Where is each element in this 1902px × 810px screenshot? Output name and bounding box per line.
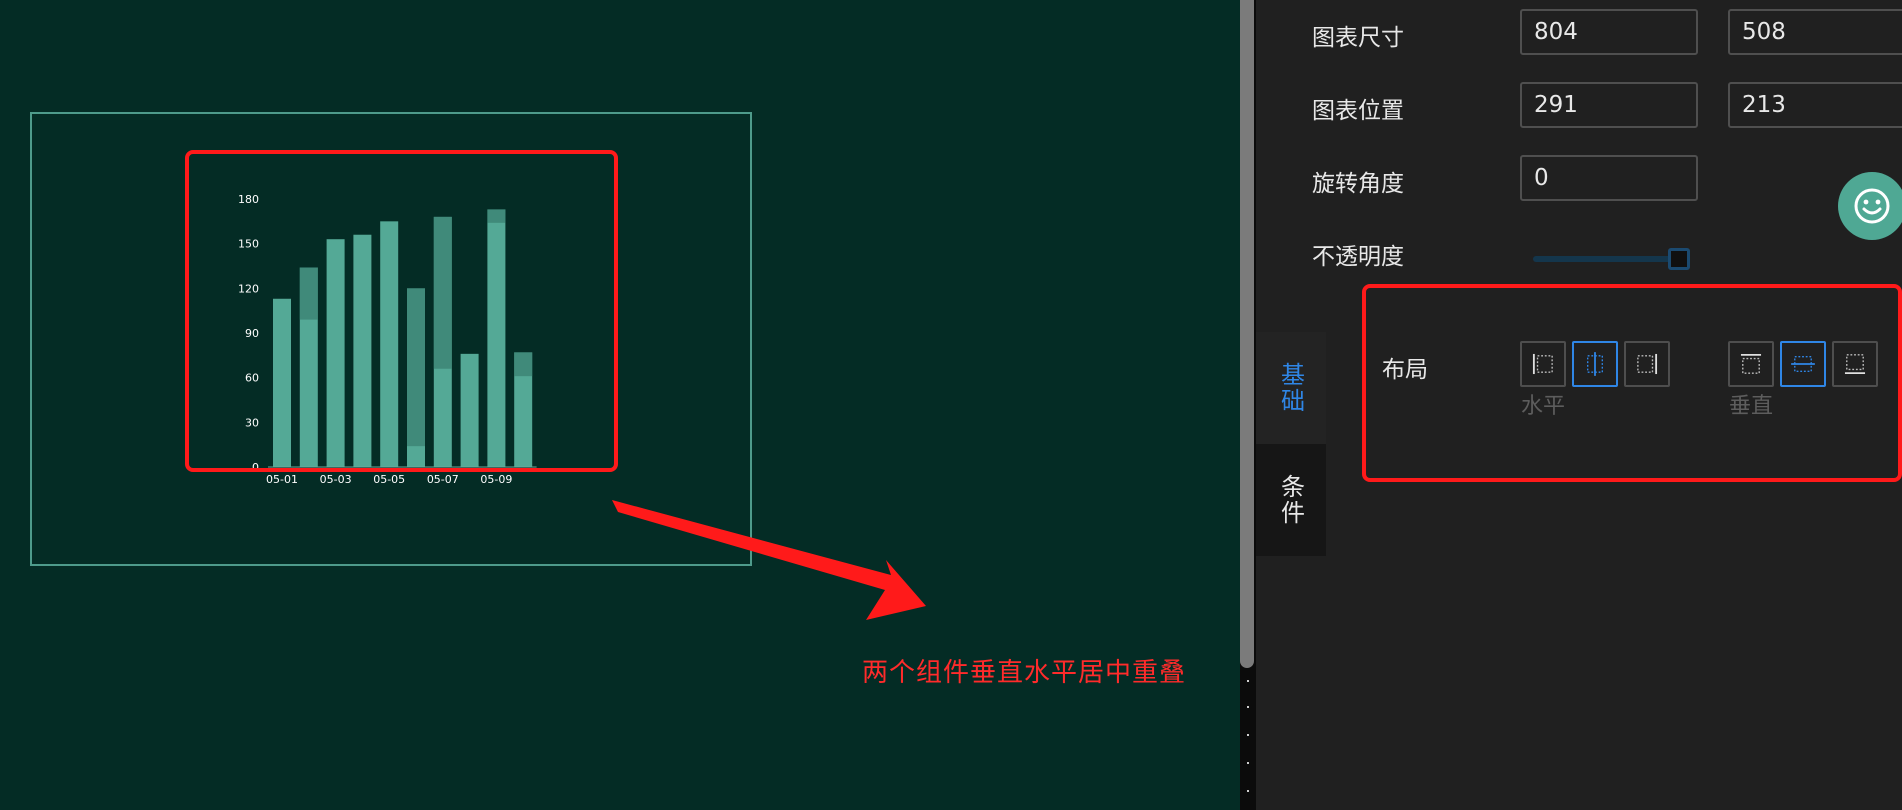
opacity-label: 不透明度 xyxy=(1312,244,1404,270)
scroll-dot xyxy=(1247,762,1249,764)
scrollbar-thumb[interactable] xyxy=(1240,0,1254,668)
rotation-input[interactable]: 0 xyxy=(1520,155,1698,201)
rotation-label: 旋转角度 xyxy=(1312,171,1404,197)
chart-height-input[interactable]: 508 xyxy=(1728,9,1902,55)
annotation-text: 两个组件垂直水平居中重叠 xyxy=(862,658,1187,688)
chart-position-label: 图表位置 xyxy=(1312,98,1404,124)
smiley-face-icon xyxy=(1854,188,1890,224)
chart-size-label: 图表尺寸 xyxy=(1312,25,1404,51)
layout-highlight-box xyxy=(1362,284,1902,482)
tab-condition[interactable]: 条件 xyxy=(1256,444,1326,556)
chart-x-input[interactable]: 291 xyxy=(1520,82,1698,128)
config-panel: 图表尺寸 804 508 图表位置 291 213 旋转角度 0 不透明度 基础… xyxy=(1256,0,1902,810)
scroll-dot xyxy=(1247,790,1249,792)
tab-basic[interactable]: 基础 xyxy=(1256,332,1326,444)
chart-width-input[interactable]: 804 xyxy=(1520,9,1698,55)
scroll-dot xyxy=(1247,706,1249,708)
opacity-slider[interactable] xyxy=(1533,256,1681,262)
opacity-slider-handle[interactable] xyxy=(1668,248,1690,270)
feedback-button[interactable] xyxy=(1838,172,1902,240)
side-tabs: 基础 条件 xyxy=(1256,332,1326,556)
chart-y-input[interactable]: 213 xyxy=(1728,82,1902,128)
scroll-dot xyxy=(1247,734,1249,736)
design-canvas[interactable]: 0 30 60 90 120 150 180 05-01 05-03 05-05 05-07 05-… xyxy=(0,0,1240,810)
scroll-dot xyxy=(1247,680,1249,682)
